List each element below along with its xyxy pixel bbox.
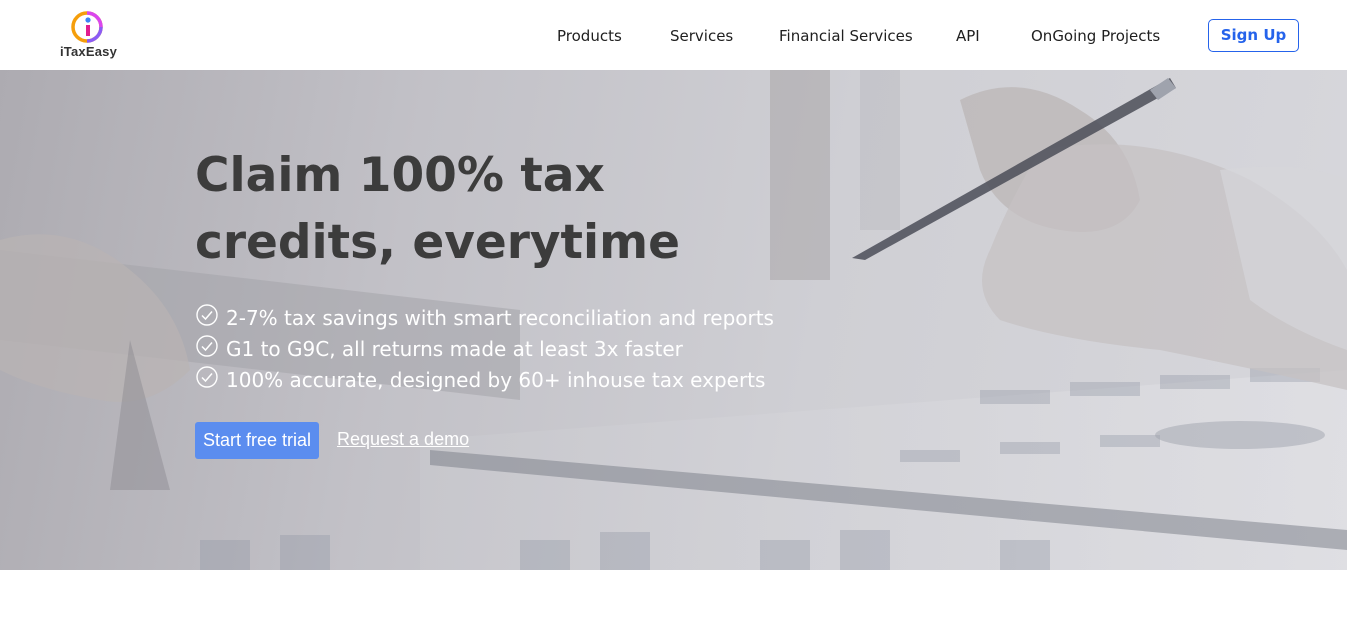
feature-text: 2-7% tax savings with smart reconciliati… [226, 306, 774, 330]
hero-section: Claim 100% tax credits, everytime 2-7% t… [0, 70, 1347, 570]
feature-text: 100% accurate, designed by 60+ inhouse t… [226, 368, 766, 392]
feature-item: 100% accurate, designed by 60+ inhouse t… [195, 365, 774, 396]
hero-title-line2: credits, everytime [195, 215, 680, 270]
nav-products[interactable]: Products [557, 27, 622, 45]
site-header: iTaxEasy Products Services Financial Ser… [0, 0, 1347, 70]
request-demo-link[interactable]: Request a demo [337, 429, 469, 450]
logo-text: iTaxEasy [60, 44, 118, 59]
start-free-trial-button[interactable]: Start free trial [195, 422, 319, 459]
nav-api[interactable]: API [956, 27, 980, 45]
logo[interactable]: iTaxEasy [58, 10, 118, 62]
feature-list: 2-7% tax savings with smart reconciliati… [195, 303, 774, 396]
nav-services[interactable]: Services [670, 27, 733, 45]
feature-item: G1 to G9C, all returns made at least 3x … [195, 334, 774, 365]
nav-financial-services[interactable]: Financial Services [779, 27, 913, 45]
feature-text: G1 to G9C, all returns made at least 3x … [226, 337, 683, 361]
hero-title-line1: Claim 100% tax [195, 148, 605, 203]
signup-button[interactable]: Sign Up [1208, 19, 1299, 52]
feature-item: 2-7% tax savings with smart reconciliati… [195, 303, 774, 334]
check-circle-icon [196, 366, 218, 388]
hero-title: Claim 100% tax credits, everytime [195, 142, 755, 276]
check-circle-icon [196, 304, 218, 326]
logo-icon [71, 11, 103, 43]
nav-ongoing-projects[interactable]: OnGoing Projects [1031, 27, 1160, 45]
check-circle-icon [196, 335, 218, 357]
